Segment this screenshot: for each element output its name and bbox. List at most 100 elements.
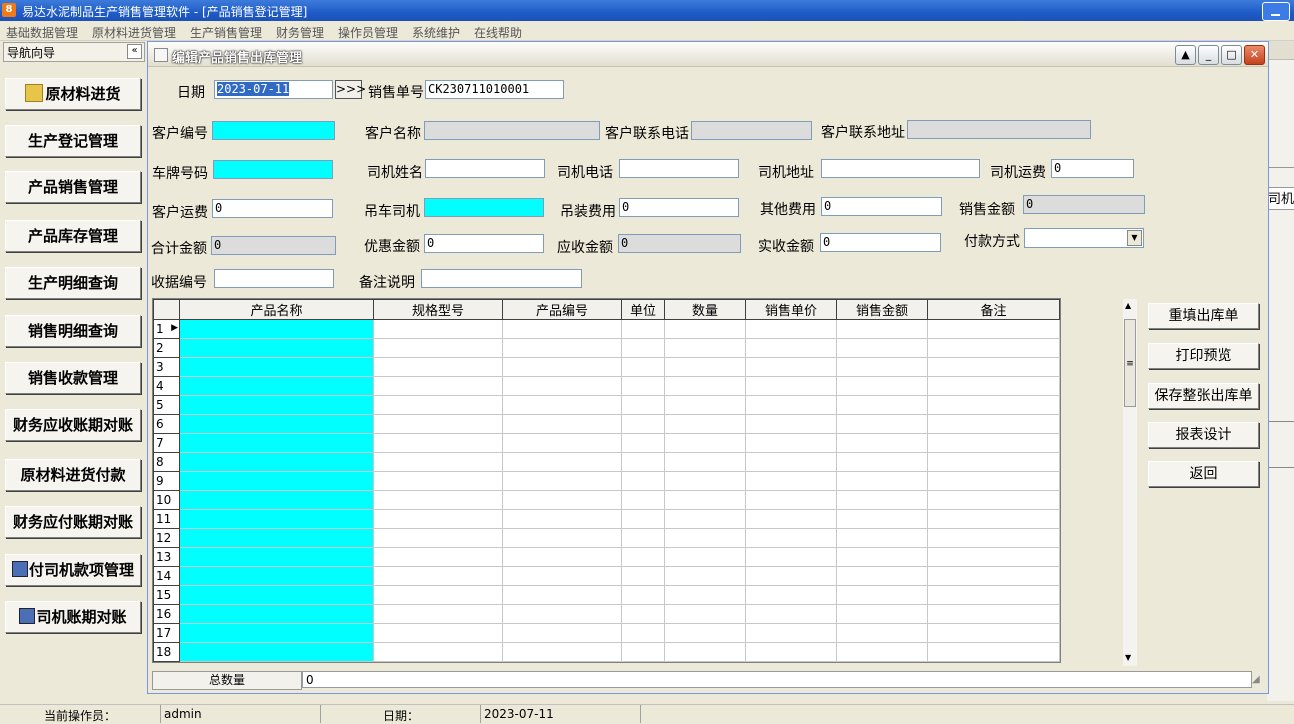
grid-cell[interactable]	[621, 338, 665, 358]
menu-item-material-purchase[interactable]: 原材料进货管理	[92, 24, 176, 41]
grid-cell[interactable]	[927, 471, 1060, 491]
grid-cell[interactable]	[745, 623, 837, 643]
nav-material-purchase-button[interactable]: 原材料进货	[5, 78, 141, 110]
grid-cell[interactable]	[502, 433, 622, 453]
grid-cell[interactable]	[179, 642, 374, 662]
grid-cell[interactable]	[927, 338, 1060, 358]
table-row[interactable]: 5	[153, 395, 1060, 415]
table-row[interactable]: 13	[153, 547, 1060, 567]
table-row[interactable]: 14	[153, 566, 1060, 586]
nav-sales-collection-button[interactable]: 销售收款管理	[5, 362, 141, 394]
row-number[interactable]: 16	[153, 604, 180, 624]
table-row[interactable]: 12	[153, 528, 1060, 548]
row-number[interactable]: 14	[153, 566, 180, 586]
grid-cell[interactable]	[373, 623, 503, 643]
grid-cell[interactable]	[621, 585, 665, 605]
grid-cell[interactable]	[179, 604, 374, 624]
row-number[interactable]: 17	[153, 623, 180, 643]
table-row[interactable]: 7	[153, 433, 1060, 453]
grid-cell[interactable]	[621, 319, 665, 339]
grid-cell[interactable]	[502, 547, 622, 567]
grid-cell[interactable]	[179, 433, 374, 453]
menu-item-basic-data[interactable]: 基础数据管理	[6, 24, 78, 41]
menu-item-production-sales[interactable]: 生产销售管理	[190, 24, 262, 41]
grid-cell[interactable]	[179, 509, 374, 529]
column-header[interactable]: 数量	[664, 299, 746, 320]
grid-cell[interactable]	[836, 528, 928, 548]
grid-cell[interactable]	[621, 642, 665, 662]
grid-cell[interactable]	[664, 490, 746, 510]
nav-product-sales-button[interactable]: 产品销售管理	[5, 171, 141, 203]
grid-cell[interactable]	[927, 433, 1060, 453]
table-row[interactable]: 2	[153, 338, 1060, 358]
grid-cell[interactable]	[621, 471, 665, 491]
grid-cell[interactable]	[179, 471, 374, 491]
grid-cell[interactable]	[179, 357, 374, 377]
grid-cell[interactable]	[836, 490, 928, 510]
minimize-button[interactable]	[1262, 2, 1290, 21]
grid-cell[interactable]	[927, 452, 1060, 472]
row-number[interactable]: 5	[153, 395, 180, 415]
grid-cell[interactable]	[664, 566, 746, 586]
grid-cell[interactable]	[502, 623, 622, 643]
nav-receivable-reconcile-button[interactable]: 财务应收账期对账	[5, 409, 141, 441]
grid-cell[interactable]	[927, 395, 1060, 415]
grid-cell[interactable]	[373, 566, 503, 586]
grid-cell[interactable]	[502, 528, 622, 548]
customer-id-field[interactable]	[212, 121, 335, 140]
chevron-down-icon[interactable]: ▼	[1127, 230, 1142, 246]
nav-driver-payment-button[interactable]: 付司机款项管理	[5, 554, 141, 586]
grid-cell[interactable]	[745, 604, 837, 624]
grid-cell[interactable]	[179, 414, 374, 434]
grid-cell[interactable]	[179, 338, 374, 358]
grid-cell[interactable]	[373, 395, 503, 415]
grid-cell[interactable]	[664, 623, 746, 643]
grid-cell[interactable]	[621, 433, 665, 453]
grid-cell[interactable]	[664, 528, 746, 548]
row-number[interactable]: 10	[153, 490, 180, 510]
grid-cell[interactable]	[664, 471, 746, 491]
save-outbound-button[interactable]: 保存整张出库单	[1148, 383, 1259, 409]
row-number[interactable]: 6	[153, 414, 180, 434]
grid-cell[interactable]	[373, 547, 503, 567]
table-row[interactable]: 17	[153, 623, 1060, 643]
grid-cell[interactable]	[179, 452, 374, 472]
order-no-field[interactable]: CK230711010001	[425, 80, 564, 99]
menu-item-help[interactable]: 在线帮助	[474, 24, 522, 41]
column-header[interactable]: 产品名称	[179, 299, 374, 320]
grid-cell[interactable]	[836, 433, 928, 453]
grid-cell[interactable]	[502, 566, 622, 586]
table-row[interactable]: 10	[153, 490, 1060, 510]
grid-cell[interactable]	[745, 452, 837, 472]
grid-cell[interactable]	[745, 566, 837, 586]
table-row[interactable]: 16	[153, 604, 1060, 624]
grid-cell[interactable]	[664, 338, 746, 358]
table-row[interactable]: 4	[153, 376, 1060, 396]
grid-cell[interactable]	[927, 414, 1060, 434]
table-row[interactable]: 8	[153, 452, 1060, 472]
grid-cell[interactable]	[179, 319, 374, 339]
grid-cell[interactable]	[927, 585, 1060, 605]
menu-item-maintenance[interactable]: 系统维护	[412, 24, 460, 41]
table-row[interactable]: 15	[153, 585, 1060, 605]
grid-cell[interactable]	[621, 547, 665, 567]
grid-cell[interactable]	[373, 357, 503, 377]
row-number[interactable]: 8	[153, 452, 180, 472]
grid-cell[interactable]	[927, 319, 1060, 339]
grid-cell[interactable]	[836, 585, 928, 605]
grid-cell[interactable]	[621, 528, 665, 548]
grid-cell[interactable]	[927, 547, 1060, 567]
row-number[interactable]: 7	[153, 433, 180, 453]
scroll-up-icon[interactable]: ▲	[1125, 301, 1131, 310]
column-header[interactable]: 产品编号	[502, 299, 622, 320]
grid-cell[interactable]	[179, 528, 374, 548]
other-fee-field[interactable]: 0	[821, 197, 942, 216]
grid-cell[interactable]	[373, 509, 503, 529]
grid-cell[interactable]	[502, 452, 622, 472]
menu-item-finance[interactable]: 财务管理	[276, 24, 324, 41]
grid-cell[interactable]	[664, 376, 746, 396]
grid-cell[interactable]	[664, 452, 746, 472]
grid-cell[interactable]	[373, 433, 503, 453]
grid-cell[interactable]	[621, 376, 665, 396]
window-menu-icon[interactable]	[154, 48, 168, 62]
